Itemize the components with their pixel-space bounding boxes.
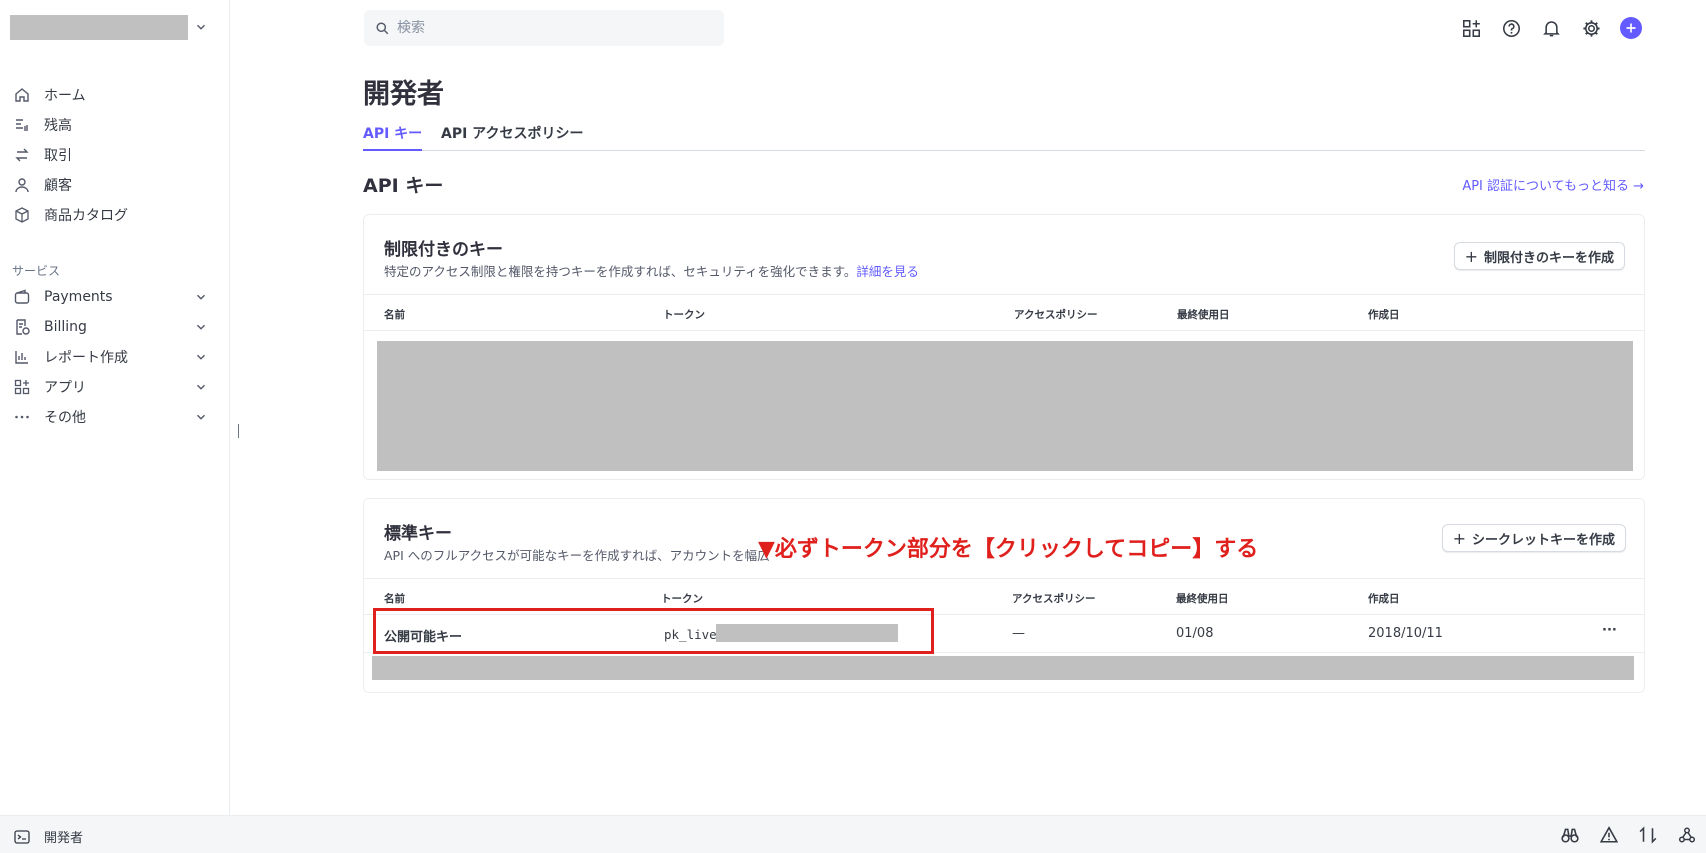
- restricted-keys-card: 制限付きのキー 特定のアクセス制限と権限を持つキーを作成すれば、セキュリティを強…: [363, 214, 1645, 480]
- chevron-down-icon[interactable]: [194, 350, 208, 364]
- sidebar-item-label: 取引: [44, 148, 72, 164]
- card-title: 制限付きのキー: [384, 240, 503, 260]
- created-date: 2018/10/11: [1368, 626, 1443, 641]
- wallet-icon: [14, 289, 30, 305]
- column-header-last-used: 最終使用日: [1176, 593, 1229, 605]
- help-icon[interactable]: [1500, 17, 1522, 39]
- top-toolbar: [1460, 17, 1660, 39]
- balance-icon: [14, 117, 30, 133]
- details-link[interactable]: 詳細を見る: [856, 264, 919, 279]
- last-used-date: 01/08: [1176, 626, 1214, 641]
- sidebar-item-product-catalog[interactable]: 商品カタログ: [0, 200, 230, 230]
- apps-grid-icon[interactable]: [1460, 17, 1482, 39]
- account-name-redacted[interactable]: [10, 15, 188, 40]
- redacted-row: [372, 656, 1634, 680]
- sidebar-item-customers[interactable]: 顧客: [0, 170, 230, 200]
- create-plus-icon[interactable]: [1620, 17, 1642, 39]
- button-label: シークレットキーを作成: [1471, 532, 1615, 548]
- bottom-bar-tools: [1540, 826, 1696, 844]
- column-header-access-policy: アクセスポリシー: [1012, 593, 1096, 605]
- sidebar-item-home[interactable]: ホーム: [0, 80, 230, 110]
- gear-icon[interactable]: [1580, 17, 1602, 39]
- card-description: 特定のアクセス制限と権限を持つキーを作成すれば、セキュリティを強化できます。詳細…: [384, 261, 919, 280]
- column-header-name: 名前: [384, 309, 405, 321]
- sidebar-item-more[interactable]: その他: [0, 402, 230, 432]
- chevron-down-icon[interactable]: [194, 320, 208, 334]
- column-header-token: トークン: [663, 309, 705, 321]
- bell-icon[interactable]: [1540, 17, 1562, 39]
- sidebar-item-transactions[interactable]: 取引: [0, 140, 230, 170]
- table-header: 名前 トークン アクセスポリシー 最終使用日 作成日: [364, 295, 1644, 331]
- billing-icon: [14, 319, 30, 335]
- sidebar-item-billing[interactable]: Billing: [0, 312, 230, 342]
- description-text: 特定のアクセス制限と権限を持つキーを作成すれば、セキュリティを強化できます。: [384, 264, 857, 279]
- bottom-bar: 開発者: [0, 815, 1706, 853]
- sidebar-item-label: 顧客: [44, 178, 72, 194]
- search-bar[interactable]: [364, 10, 724, 46]
- page-title: 開発者: [363, 79, 444, 110]
- chevron-down-icon[interactable]: [194, 290, 208, 304]
- plus-icon: +: [1452, 528, 1466, 548]
- reports-icon: [14, 349, 30, 365]
- sidebar-item-label: Payments: [44, 289, 113, 305]
- tab-api-keys[interactable]: API キー: [363, 123, 423, 151]
- product-catalog-icon: [14, 207, 30, 223]
- text-cursor: [238, 424, 239, 438]
- search-icon: [376, 21, 397, 35]
- chevron-down-icon[interactable]: [194, 380, 208, 394]
- warning-icon[interactable]: [1600, 826, 1618, 844]
- chevron-down-icon[interactable]: [194, 410, 208, 424]
- sidebar-item-payments[interactable]: Payments: [0, 282, 230, 312]
- column-header-created: 作成日: [1368, 309, 1400, 321]
- sidebar-item-label: 残高: [44, 118, 72, 134]
- services-nav: Payments Billing レポート作成 アプリ その他: [0, 282, 230, 432]
- sidebar-item-reports[interactable]: レポート作成: [0, 342, 230, 372]
- section-title: API キー: [363, 175, 444, 197]
- tab-bar: API キー API アクセスポリシー: [363, 121, 1645, 151]
- terminal-icon: [14, 829, 44, 845]
- sidebar-item-apps[interactable]: アプリ: [0, 372, 230, 402]
- column-header-created: 作成日: [1368, 593, 1400, 605]
- sidebar-item-label: 商品カタログ: [44, 208, 128, 224]
- tab-api-access-policy[interactable]: API アクセスポリシー: [441, 123, 583, 151]
- create-secret-key-button[interactable]: + シークレットキーを作成: [1441, 524, 1626, 552]
- bottom-bar-label: 開発者: [44, 831, 84, 846]
- column-header-token: トークン: [661, 593, 703, 605]
- search-input[interactable]: [397, 20, 697, 36]
- sidebar-item-balance[interactable]: 残高: [0, 110, 230, 140]
- learn-more-link[interactable]: API 認証についてもっと知る →: [1462, 175, 1644, 194]
- sidebar-item-label: Billing: [44, 319, 87, 335]
- sidebar-item-label: ホーム: [44, 88, 86, 104]
- column-header-last-used: 最終使用日: [1177, 309, 1230, 321]
- main-nav: ホーム 残高 取引 顧客 商品カタログ: [0, 80, 230, 230]
- section-label-services: サービス: [12, 264, 61, 278]
- more-icon: [14, 409, 30, 425]
- button-label: 制限付きのキーを作成: [1483, 250, 1614, 266]
- row-menu-icon[interactable]: ···: [1602, 623, 1617, 638]
- sidebar: ホーム 残高 取引 顧客 商品カタログ サービス Payments Billin…: [0, 0, 230, 815]
- card-title: 標準キー: [384, 524, 452, 544]
- home-icon: [14, 87, 30, 103]
- redacted-rows: [377, 341, 1633, 471]
- apps-icon: [14, 379, 30, 395]
- customer-icon: [14, 177, 30, 193]
- column-header-name: 名前: [384, 593, 405, 605]
- card-description: API へのフルアクセスが可能なキーを作成すれば、アカウントを幅広: [384, 548, 770, 563]
- binoculars-icon[interactable]: [1561, 826, 1579, 844]
- plus-icon: +: [1464, 246, 1478, 266]
- sidebar-item-label: アプリ: [44, 380, 86, 396]
- annotation-highlight-box: [373, 608, 934, 654]
- sidebar-item-label: その他: [44, 410, 86, 426]
- access-policy: —: [1012, 626, 1025, 641]
- chevron-down-icon[interactable]: [194, 19, 208, 33]
- sort-arrows-icon[interactable]: [1639, 826, 1657, 844]
- transactions-icon: [14, 147, 30, 163]
- create-restricted-key-button[interactable]: + 制限付きのキーを作成: [1453, 242, 1625, 270]
- developer-workbench-toggle[interactable]: 開発者: [14, 827, 83, 846]
- annotation-text: ▼必ずトークン部分を【クリックしてコピー】する: [758, 537, 1259, 562]
- column-header-access-policy: アクセスポリシー: [1014, 309, 1098, 321]
- webhook-icon[interactable]: [1678, 826, 1696, 844]
- standard-keys-card: 標準キー API へのフルアクセスが可能なキーを作成すれば、アカウントを幅広 +…: [363, 498, 1645, 693]
- sidebar-item-label: レポート作成: [44, 350, 128, 366]
